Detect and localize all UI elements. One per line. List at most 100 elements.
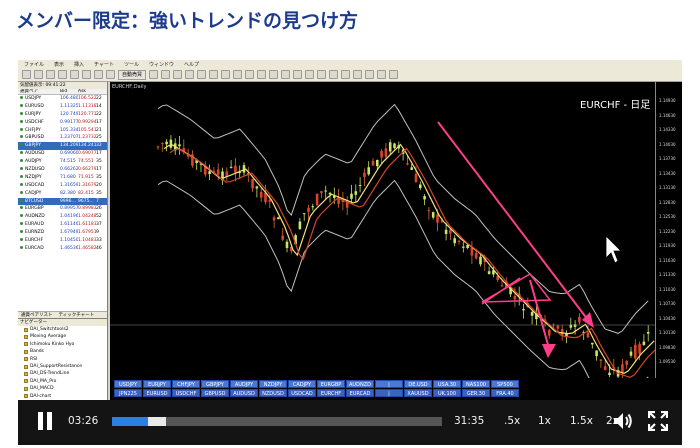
candle-body (621, 364, 624, 373)
mt4-menubar: ファイル 表示 挿入 チャート ツール ウィンドウ ヘルプ (18, 60, 682, 68)
new-chart-icon (22, 70, 31, 79)
candle-body (208, 171, 211, 175)
pause-icon[interactable] (38, 412, 52, 430)
row-bid: 1.61146 (60, 222, 78, 228)
row-symbol: EURUSD (18, 103, 60, 111)
symbol-tab: AUDNZD (346, 380, 374, 388)
candle-body (474, 252, 478, 259)
row-symbol: EURJPY (18, 111, 60, 119)
tile-icon (209, 70, 219, 79)
symbol-tab: EURGBP (317, 380, 345, 388)
mt4-menu-window: ウィンドウ (149, 61, 175, 68)
progress-buffered (147, 417, 166, 426)
price-label: 1.13130 (659, 185, 676, 190)
candle-body (444, 229, 448, 234)
row-ask: 1.46582 (78, 245, 96, 251)
price-label: 1.14930 (659, 98, 676, 103)
row-ask: 1.61183 (78, 222, 96, 228)
navigator-item-label: Ichimoku Kinko Hyo (30, 341, 75, 347)
market-watch-row: EURUSD 1.11325 1.11318 14 (18, 103, 107, 111)
row-spread: 21 (96, 127, 102, 133)
candle-body (216, 169, 220, 175)
row-ask: 1.04248 (78, 214, 96, 220)
row-bid: 120.749 (60, 111, 78, 117)
navigator-item-label: DAI_MA_Pro (30, 378, 57, 384)
row-ask: 0.66279 (78, 167, 96, 173)
terminal-icon (82, 70, 91, 79)
symbol-tab: EURCHF (317, 389, 345, 397)
navigator-item: DAI_DS-TrendLine (18, 370, 107, 377)
navigator-item: DAI_Switchtools2 (18, 326, 107, 333)
row-ask: 0.89983 (78, 206, 96, 212)
market-watch-row: CADJPY 82.380 82.415 35 (18, 190, 107, 198)
price-label: 1.11630 (659, 257, 676, 263)
market-watch-row: AUDUSD 0.69060 0.69077 17 (18, 150, 107, 158)
trendline-icon (329, 70, 339, 79)
bar-chart-icon (149, 70, 159, 79)
candle-body (500, 285, 504, 287)
video-player[interactable]: ファイル 表示 挿入 チャート ツール ウィンドウ ヘルプ 自動売買 気配値表示… (18, 60, 682, 445)
navigator-item-label: DAI-chart (30, 393, 52, 399)
row-bid: 0.69060 (60, 151, 78, 157)
indicator-icon (24, 342, 28, 347)
moving-average-slow (169, 147, 655, 378)
cursor-icon (281, 70, 291, 79)
candle-body (419, 184, 422, 189)
row-bid: 105.334 (60, 127, 78, 133)
price-label: 1.11930 (659, 243, 676, 248)
symbol-tabs-row-1: USDJPY EURJPY CHFJPY GBPJPY AUDJPY NZDJPY CADJ… (114, 380, 519, 388)
candle-body (307, 207, 310, 212)
row-spread: 7 (96, 198, 99, 204)
market-watch-rows: USDJPY 106.480 106.522 22 EURUSD 1.11325 1.113… (18, 95, 107, 253)
navigator-item: RSI (18, 356, 107, 363)
symbol-tab: AUDUSD (230, 389, 258, 397)
price-label: 1.10730 (659, 301, 676, 306)
volume-icon[interactable] (612, 411, 634, 431)
arrows-icon (389, 70, 399, 79)
row-spread: 25 (96, 135, 102, 141)
candle-body (573, 324, 577, 327)
candle-body (354, 191, 358, 195)
candle-body (350, 193, 353, 199)
label-icon (377, 70, 387, 79)
progress-bar[interactable] (112, 417, 442, 426)
row-spread: 37 (96, 222, 102, 228)
row-bid: 1.04196 (60, 214, 78, 220)
candle-body (586, 332, 590, 338)
price-label: 1.10130 (659, 330, 676, 335)
candle-body (436, 214, 439, 223)
chart-symbol-tabs: USDJPY EURJPY CHFJPY GBPJPY AUDJPY NZDJPY CADJ… (110, 378, 682, 400)
row-bid: 1.46536 (60, 245, 78, 251)
symbol-tab: USDJPY (114, 380, 142, 388)
speed-1-5x-button[interactable]: 1.5x (570, 415, 593, 427)
market-watch-title: 気配値表示: 09:41:22 (18, 82, 107, 89)
candle-body (311, 206, 315, 208)
price-scale: 1.14930 1.14630 1.14330 1.14030 1.13730 1.134… (655, 82, 682, 378)
mt4-menu-help: ヘルプ (184, 61, 200, 68)
candle-body (603, 366, 607, 370)
breakout-arrow-line (529, 279, 551, 353)
market-watch-row: USDJPY 106.480 106.522 22 (18, 95, 107, 103)
current-time: 03:26 (68, 415, 99, 427)
candle-body (406, 163, 409, 165)
row-spread: 22 (96, 96, 102, 101)
speed-1x-button[interactable]: 1x (538, 415, 551, 427)
candle-body (178, 144, 181, 147)
fullscreen-icon[interactable] (648, 411, 668, 431)
candle-body (513, 295, 517, 300)
row-symbol: EURCHF (18, 237, 60, 245)
candle-body (453, 238, 456, 244)
row-ask: 105.541 (78, 127, 96, 133)
price-label: 1.12830 (659, 199, 676, 205)
candle-body (457, 240, 461, 242)
candle-chart-icon (161, 70, 171, 79)
row-ask: 0.69077 (78, 151, 96, 157)
row-ask: 74.551 (78, 159, 94, 165)
symbol-tab: EURJPY (143, 380, 171, 388)
horizontal-line-icon (317, 70, 327, 79)
speed-half-button[interactable]: .5x (504, 415, 520, 427)
market-watch-row: EURNZD 1.67949 1.67951 9 (18, 229, 107, 237)
candle-body (358, 185, 362, 187)
chart-shift-icon (233, 70, 243, 79)
row-bid: 1.67949 (60, 230, 78, 236)
